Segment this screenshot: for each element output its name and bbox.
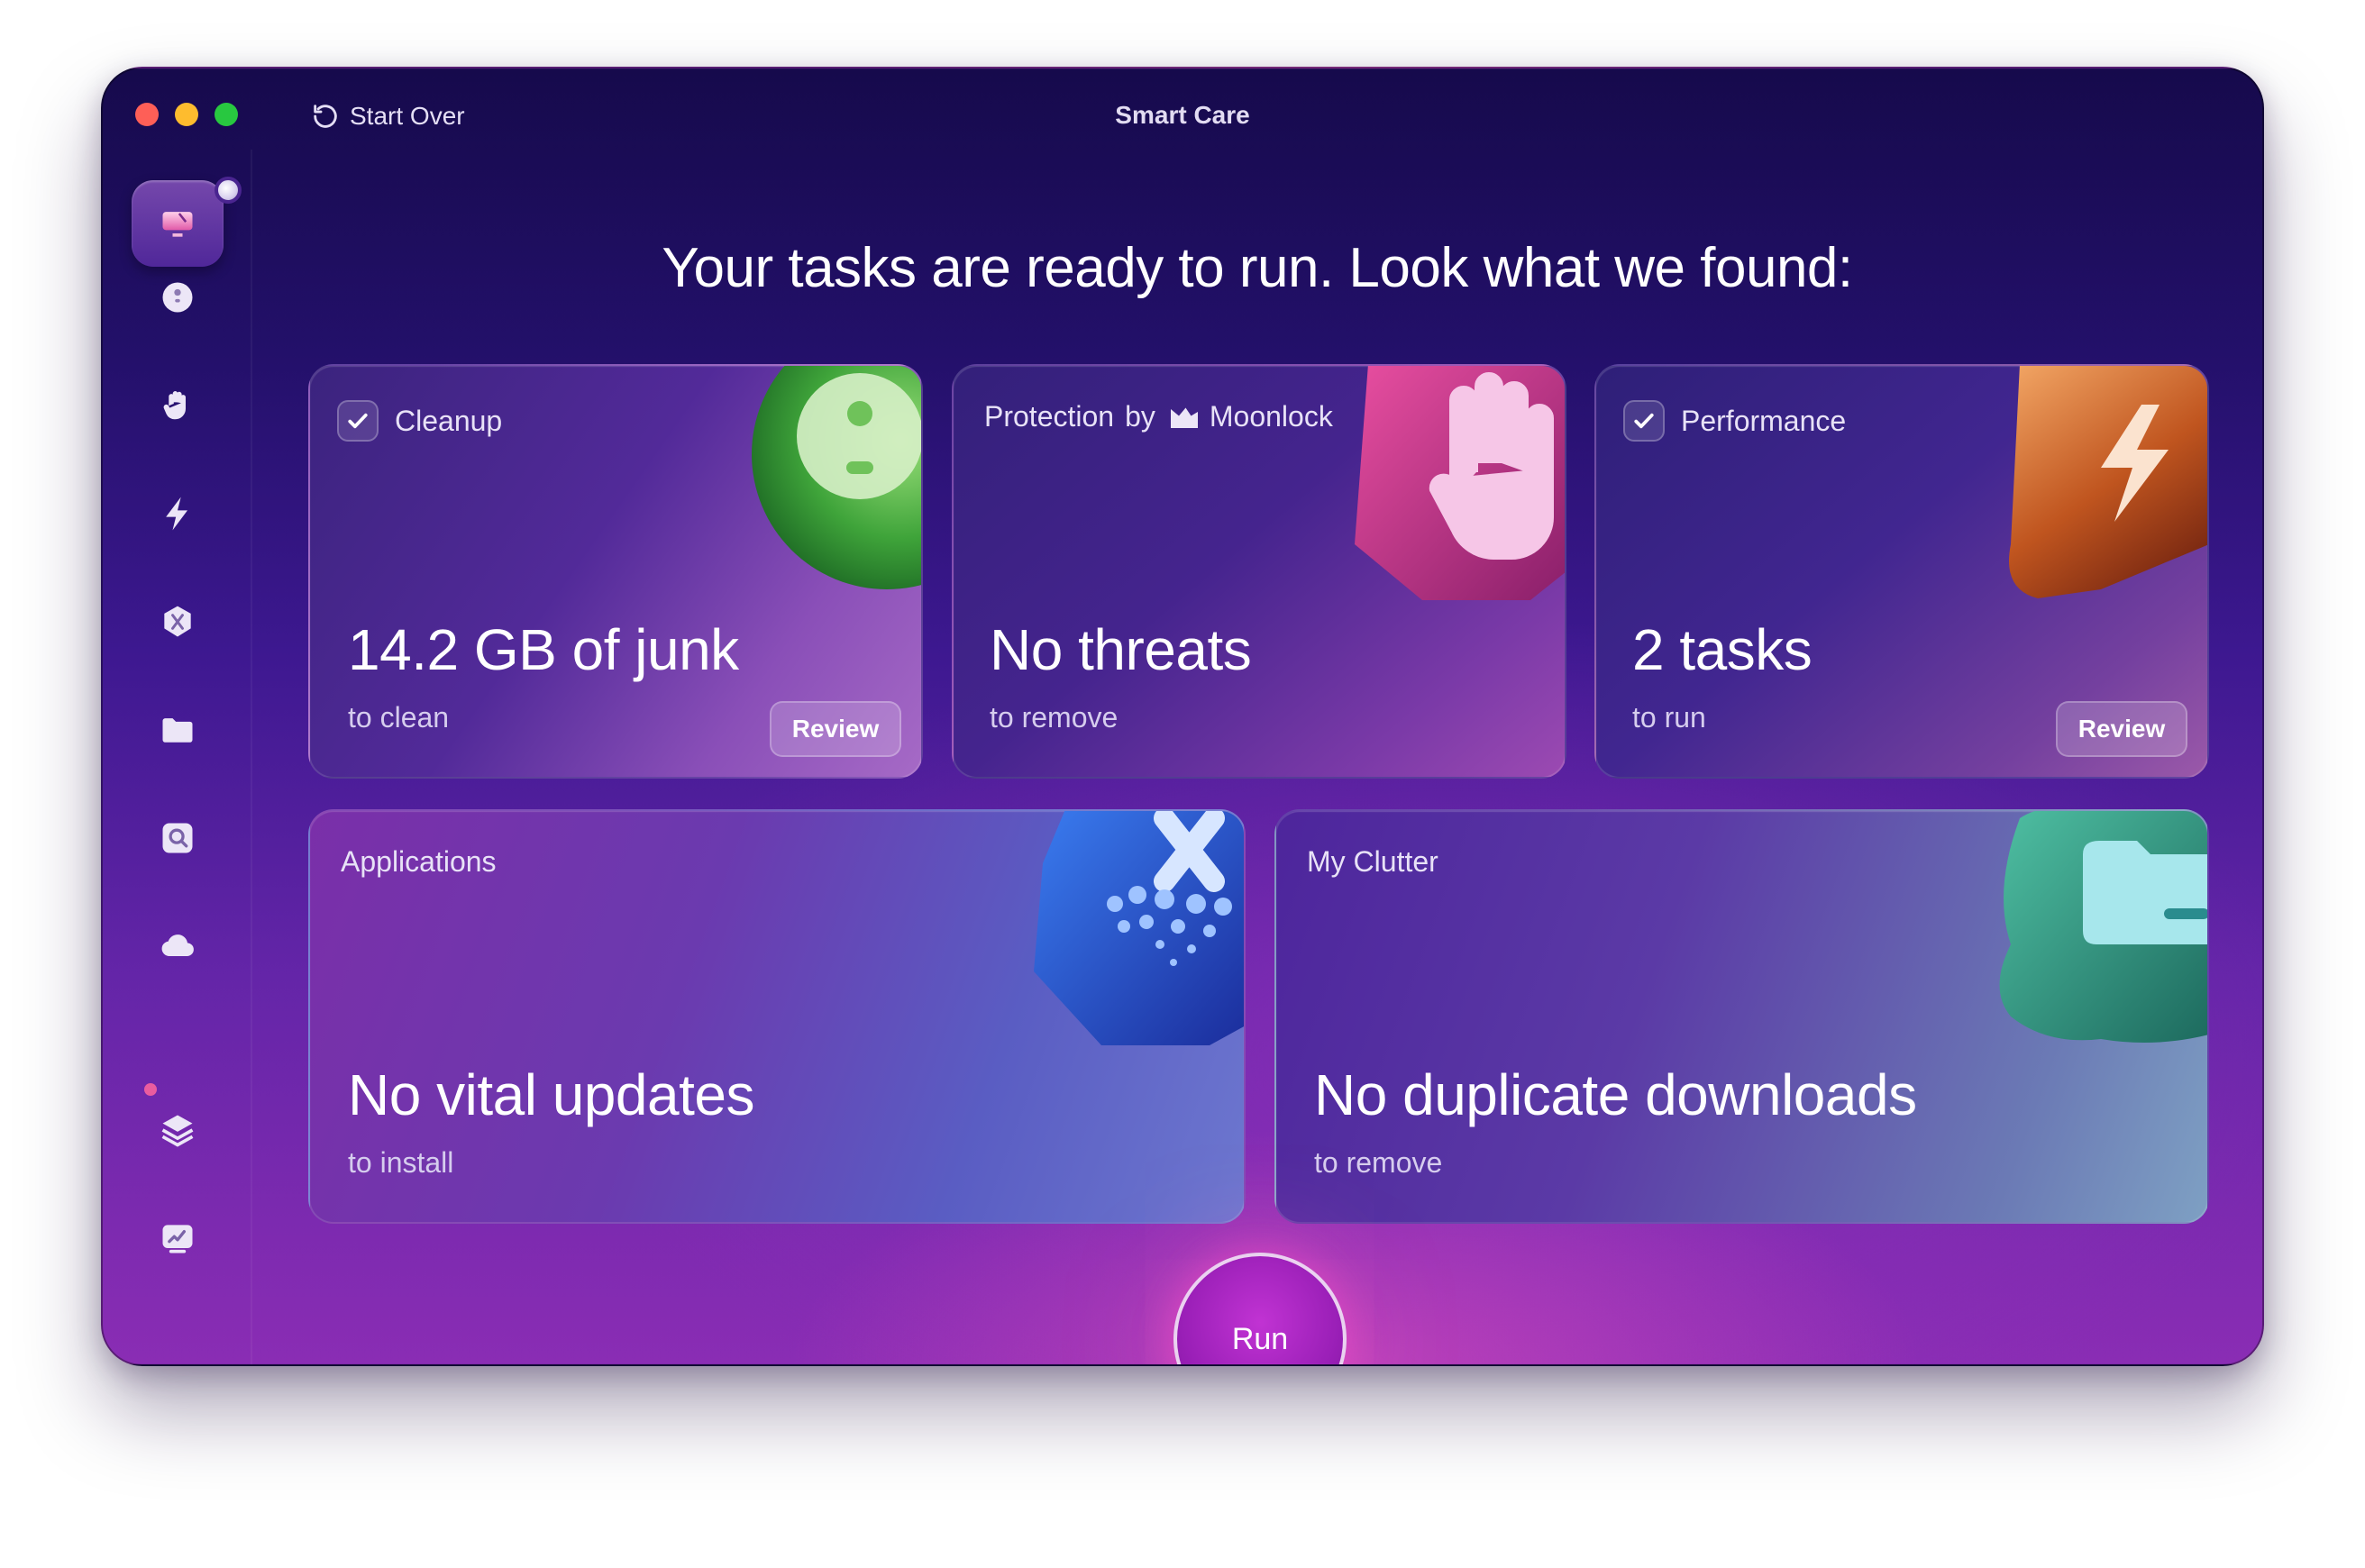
protection-hand-icon: [163, 391, 186, 420]
cleanup-illustration-icon: [752, 366, 921, 589]
performance-header: Performance: [1623, 400, 1846, 442]
checkmark-icon: [348, 413, 368, 429]
my-clutter-folder-illustration-icon: [1999, 811, 2207, 1043]
cleanup-header: Cleanup: [337, 400, 502, 442]
protection-hand-illustration-icon: [1355, 366, 1565, 600]
my-clutter-card[interactable]: My Clutter No duplicate downloads to rem…: [1274, 809, 2209, 1224]
cloud-icon: [161, 934, 194, 957]
performance-bolt-icon: [166, 497, 187, 531]
cleanup-checkbox[interactable]: [337, 400, 379, 442]
sidebar-item-applications[interactable]: [132, 579, 224, 665]
my-clutter-header: My Clutter: [1307, 845, 1438, 879]
assistant-chart-icon: [162, 1225, 193, 1253]
performance-review-button[interactable]: Review: [2056, 701, 2187, 757]
performance-bolt-illustration-icon: [2009, 366, 2207, 598]
sidebar: [103, 150, 252, 1364]
smart-care-icon: [162, 212, 193, 237]
sidebar-item-updater[interactable]: [132, 1087, 224, 1173]
performance-value: 2 tasks: [1632, 617, 1813, 682]
cleanup-value: 14.2 GB of junk: [348, 617, 739, 682]
page-headline: Your tasks are ready to run. Look what w…: [662, 237, 1853, 299]
protection-header: Protection by Moonlock: [984, 400, 1333, 433]
run-button[interactable]: Run: [1173, 1253, 1347, 1364]
my-clutter-value: No duplicate downloads: [1314, 1062, 1917, 1127]
performance-label: Performance: [1681, 404, 1847, 437]
cleanup-sub: to clean: [348, 701, 450, 734]
window-title: Smart Care: [1115, 101, 1250, 129]
moonlock-logo-icon: [1170, 407, 1198, 428]
my-clutter-label: My Clutter: [1307, 845, 1438, 878]
applications-value: No vital updates: [348, 1062, 754, 1127]
sidebar-item-cloud[interactable]: [132, 903, 224, 989]
performance-sub: to run: [1632, 701, 1706, 734]
notification-dot: [215, 177, 242, 204]
cleanup-review-button[interactable]: Review: [770, 701, 901, 757]
protection-sub: to remove: [990, 701, 1119, 734]
protection-brand: Moonlock: [1209, 400, 1333, 433]
protection-card[interactable]: Protection by Moonlock No threats to rem…: [952, 364, 1566, 779]
app-window: Start Over Smart Care Your tasks are rea…: [101, 67, 2264, 1366]
cleanup-card[interactable]: Cleanup 14.2 GB of junk to clean Review: [308, 364, 923, 779]
sidebar-item-cleanup[interactable]: [132, 254, 224, 341]
applications-header: Applications: [341, 845, 497, 879]
space-lens-icon: [162, 823, 193, 853]
my-clutter-folder-icon: [162, 718, 193, 743]
sidebar-item-space-lens[interactable]: [132, 795, 224, 881]
performance-card[interactable]: Performance 2 tasks to run Review: [1594, 364, 2209, 779]
cleanup-label: Cleanup: [395, 404, 503, 437]
cleanup-icon: [162, 282, 193, 313]
my-clutter-sub: to remove: [1314, 1146, 1443, 1179]
sidebar-item-my-clutter[interactable]: [132, 687, 224, 773]
updater-stack-icon: [161, 1115, 194, 1147]
applications-label: Applications: [341, 845, 497, 878]
protection-label: Protection: [984, 400, 1115, 433]
checkmark-icon: [1634, 413, 1654, 429]
applications-icon: [164, 606, 191, 637]
applications-card[interactable]: Applications No vital updates to install: [308, 809, 1246, 1224]
protection-by-label: by: [1125, 400, 1155, 433]
sidebar-item-performance[interactable]: [132, 470, 224, 557]
performance-checkbox[interactable]: [1623, 400, 1665, 442]
applications-illustration-icon: [1034, 811, 1244, 1045]
protection-value: No threats: [990, 617, 1252, 682]
sidebar-item-protection[interactable]: [132, 362, 224, 449]
applications-sub: to install: [348, 1146, 454, 1179]
sidebar-item-assistant[interactable]: [132, 1195, 224, 1281]
